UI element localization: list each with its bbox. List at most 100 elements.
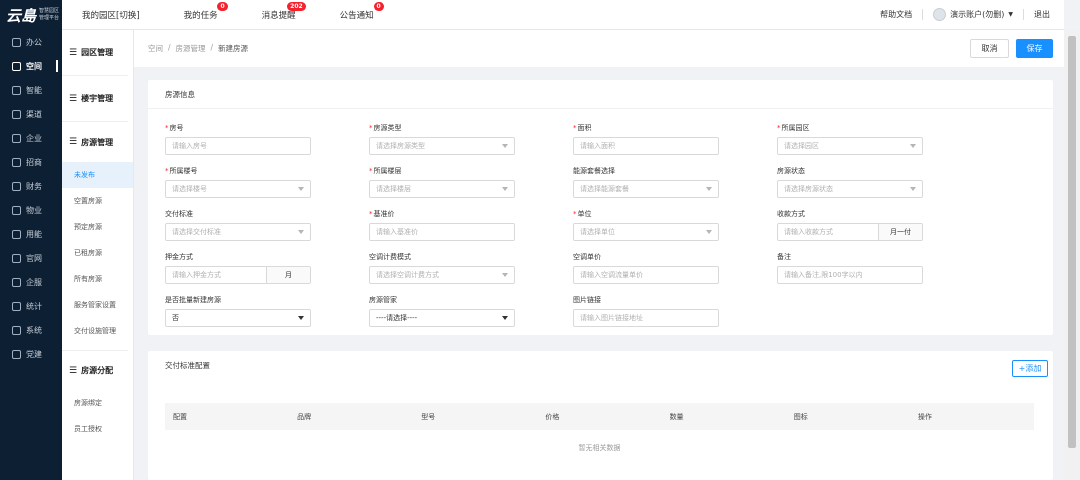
field-building: *所属楼号 请选择楼号 xyxy=(165,166,311,198)
chevron-down-icon xyxy=(298,187,304,191)
nav-item-smart[interactable]: 智能 xyxy=(0,78,62,102)
field-label: *所属楼层 xyxy=(369,167,402,175)
top-bar: 我的园区[切换] 我的任务 0 消息提醒 202 公告通知 0 帮助文档 演示账户(勿删) … xyxy=(62,0,1064,30)
energy-select[interactable]: 请选择能源套餐 xyxy=(573,180,719,198)
top-tab[interactable]: 消息提醒 202 xyxy=(240,1,318,21)
group-housing-allocation[interactable]: ☰ 房源分配 xyxy=(62,350,128,390)
room-no-input[interactable]: 请输入房号 xyxy=(165,137,311,155)
butler-select[interactable]: ----请选择---- xyxy=(369,309,515,327)
status-select[interactable]: 请选择房源状态 xyxy=(777,180,923,198)
avatar xyxy=(933,8,947,21)
top-tab[interactable]: 公告通知 0 xyxy=(318,1,396,21)
nav-item-label: 官网 xyxy=(26,253,42,263)
park-select[interactable]: 请选择园区 xyxy=(777,137,923,155)
subnav-item[interactable]: 服务管家设置 xyxy=(62,292,133,318)
breadcrumb-current: 新建房源 xyxy=(218,44,249,53)
payment-input-group: 请输入收款方式 月一付 xyxy=(777,223,923,241)
user-name: 演示账户(勿删) xyxy=(950,10,1005,19)
group-housing-management[interactable]: ☰ 房源管理 xyxy=(62,122,128,162)
field-label: 空调单价 xyxy=(573,253,601,261)
service-icon xyxy=(12,277,21,287)
column-header: 价格 xyxy=(545,412,560,421)
deposit-unit: 月 xyxy=(266,267,310,283)
nav-item-investment[interactable]: 招商 xyxy=(0,150,62,174)
subnav-item[interactable]: 预定房源 xyxy=(62,214,133,240)
menu-icon: ☰ xyxy=(69,93,78,104)
nav-item-office[interactable]: 办公 xyxy=(0,30,62,54)
payment-input[interactable]: 请输入收款方式 xyxy=(778,227,878,237)
party-icon xyxy=(12,349,21,359)
column-header: 配置 xyxy=(173,412,187,421)
column-header: 品牌 xyxy=(297,412,312,421)
save-button[interactable]: 保存 xyxy=(1016,39,1053,58)
chevron-down-icon xyxy=(502,273,508,277)
logout-link[interactable]: 退出 xyxy=(1034,9,1050,20)
nav-item-stats[interactable]: 统计 xyxy=(0,294,62,318)
scrollbar-thumb[interactable] xyxy=(1068,36,1076,448)
top-tab[interactable]: 我的任务 0 xyxy=(162,1,240,21)
cancel-button[interactable]: 取消 xyxy=(970,39,1009,58)
subnav-item[interactable]: 空置房源 xyxy=(62,188,133,214)
column-header: 图标 xyxy=(793,412,808,421)
nav-item-label: 招商 xyxy=(26,157,42,167)
subnav-item[interactable]: 未发布 xyxy=(62,162,133,188)
nav-item-energy[interactable]: 用能 xyxy=(0,222,62,246)
field-label: *房源类型 xyxy=(369,124,402,132)
subnav-item[interactable]: 交付设施管理 xyxy=(62,318,133,344)
field-remark: 备注 请输入备注,限100字以内 xyxy=(777,252,923,284)
field-floor: *所属楼层请选择楼层 xyxy=(369,166,515,198)
nav-item-party[interactable]: 党建 xyxy=(0,342,62,366)
field-label: 图片链接 xyxy=(573,296,601,304)
nav-item-label: 财务 xyxy=(26,181,42,191)
channel-icon xyxy=(12,109,21,119)
energy-icon xyxy=(12,229,21,239)
nav-item-enterprise[interactable]: 企业 xyxy=(0,126,62,150)
area-input[interactable]: 请输入面积 xyxy=(573,137,719,155)
building-select[interactable]: 请选择楼号 xyxy=(165,180,311,198)
subnav-item[interactable]: 所有房源 xyxy=(62,266,133,292)
top-tab[interactable]: 我的园区[切换] xyxy=(62,9,162,21)
breadcrumb-space[interactable]: 空间 xyxy=(148,43,163,54)
housing-info-card: 房源信息 *房号 请输入房号 *房源类型 请选择房源类型 *面积 请输入面积 *所属园区 请选… xyxy=(148,80,1053,335)
subnav-item[interactable]: 员工授权 xyxy=(62,416,133,442)
top-tab-label: 公告通知 xyxy=(339,10,374,21)
field-label: 房源状态 xyxy=(777,167,805,175)
delivery-select[interactable]: 请选择交付标准 xyxy=(165,223,311,241)
nav-item-finance[interactable]: 财务 xyxy=(0,174,62,198)
floor-select[interactable]: 请选择楼层 xyxy=(369,180,515,198)
field-batch: 是否批量新建房源否 xyxy=(165,295,311,327)
base-price-input[interactable]: 请输入基准价 xyxy=(369,223,515,241)
nav-item-website[interactable]: 官网 xyxy=(0,246,62,270)
field-ac-price: 空调单价请输入空调流量单价 xyxy=(573,252,719,284)
deposit-input[interactable]: 请输入押金方式 xyxy=(166,270,266,280)
ac-mode-select[interactable]: 请选择空调计费方式 xyxy=(369,266,515,284)
finance-icon xyxy=(12,181,21,191)
ac-price-input[interactable]: 请输入空调流量单价 xyxy=(573,266,719,284)
chevron-down-icon xyxy=(910,187,916,191)
batch-select[interactable]: 否 xyxy=(165,309,311,327)
chevron-down-icon xyxy=(502,316,508,320)
subnav-item[interactable]: 已租房源 xyxy=(62,240,133,266)
remark-input[interactable]: 请输入备注,限100字以内 xyxy=(777,266,923,284)
user-menu[interactable]: 演示账户(勿删) ▼ xyxy=(933,8,1013,21)
property-icon xyxy=(12,205,21,215)
subnav-item[interactable]: 房源绑定 xyxy=(62,390,133,416)
group-building-management[interactable]: ☰ 楼宇管理 xyxy=(62,76,128,122)
scrollbar[interactable] xyxy=(1064,30,1080,480)
type-select[interactable]: 请选择房源类型 xyxy=(369,137,515,155)
nav-item-space[interactable]: 空间 xyxy=(0,54,62,78)
nav-item-property[interactable]: 物业 xyxy=(0,198,62,222)
nav-item-system[interactable]: 系统 xyxy=(0,318,62,342)
image-input[interactable]: 请输入图片链接地址 xyxy=(573,309,719,327)
sub-nav: ☰ 园区管理 ☰ 楼宇管理 ☰ 房源管理 未发布 空置房源 预定房源 已租房源 所有房源 服务管… xyxy=(62,30,134,480)
nav-item-service[interactable]: 企服 xyxy=(0,270,62,294)
divider xyxy=(922,9,924,20)
nav-item-label: 党建 xyxy=(26,349,42,359)
unit-select[interactable]: 请选择单位 xyxy=(573,223,719,241)
add-button[interactable]: +添加 xyxy=(1012,360,1048,377)
breadcrumb-housing[interactable]: 房源管理 xyxy=(176,43,206,54)
help-link[interactable]: 帮助文档 xyxy=(880,9,912,20)
nav-item-channel[interactable]: 渠道 xyxy=(0,102,62,126)
group-park-management[interactable]: ☰ 园区管理 xyxy=(62,30,128,76)
column-header: 数量 xyxy=(669,412,684,421)
